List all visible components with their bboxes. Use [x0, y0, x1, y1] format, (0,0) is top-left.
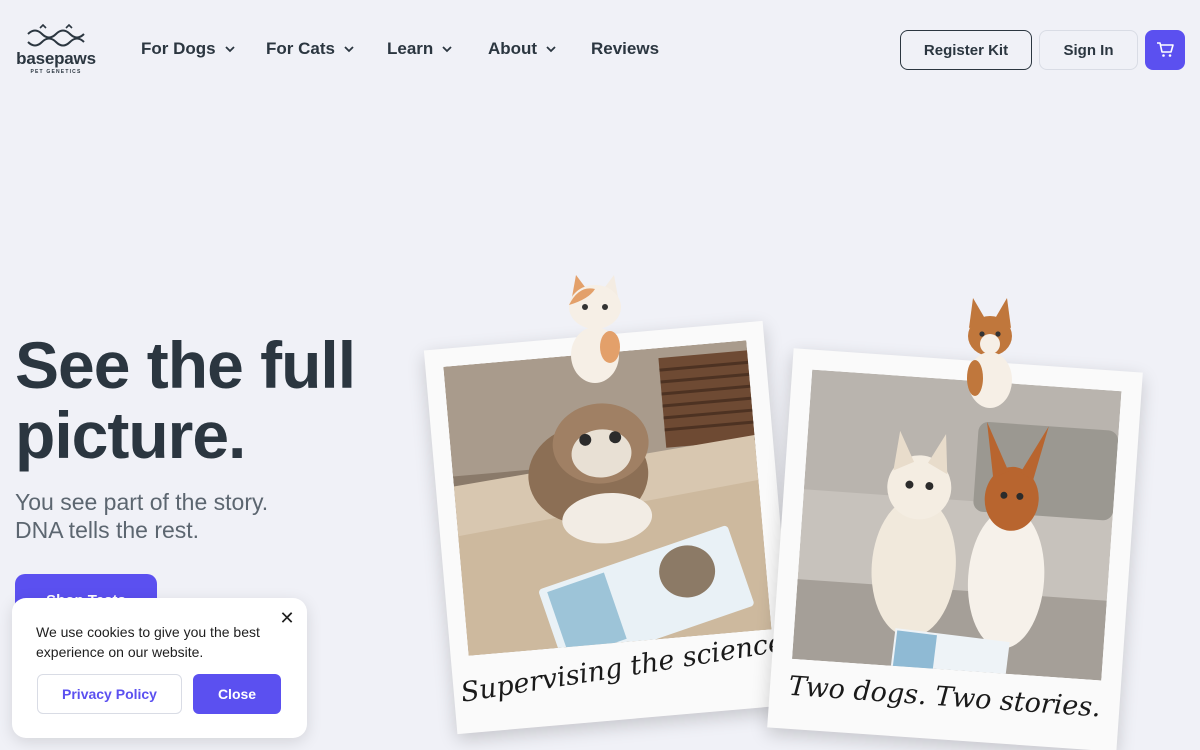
cart-button[interactable]	[1145, 30, 1185, 70]
nav-item-reviews[interactable]: Reviews	[591, 39, 659, 59]
nav-item-learn[interactable]: Learn	[387, 39, 452, 59]
nav-item-label: For Dogs	[141, 39, 216, 58]
hero-title: See the full picture.	[15, 330, 435, 470]
hero-subtitle-line: You see part of the story.	[15, 489, 269, 515]
nav-item-label: For Cats	[266, 39, 335, 58]
site-header: basepaws PET GENETICS For Dogs For Cats …	[0, 0, 1200, 100]
nav-item-label: About	[488, 39, 538, 58]
close-cookie-button[interactable]: Close	[193, 674, 281, 714]
chevron-down-icon	[344, 46, 354, 53]
chevron-down-icon	[442, 46, 452, 53]
cart-icon	[1157, 42, 1174, 57]
logo-mark-icon	[27, 24, 85, 47]
cookie-message: We use cookies to give you the best expe…	[36, 624, 260, 660]
close-icon[interactable]: ✕	[279, 609, 295, 627]
hero-subtitle-line: DNA tells the rest.	[15, 517, 200, 543]
register-kit-button[interactable]: Register Kit	[900, 30, 1032, 70]
dogs-photo	[792, 369, 1122, 681]
nav-item-for-cats[interactable]: For Cats	[266, 39, 354, 59]
nav-item-label: Reviews	[591, 39, 660, 58]
hero-subtitle: You see part of the story. DNA tells the…	[15, 488, 415, 544]
chevron-down-icon	[546, 46, 556, 53]
nav-item-for-dogs[interactable]: For Dogs	[141, 39, 235, 59]
dogs-photo-illustration	[792, 369, 1122, 681]
nav-item-about[interactable]: About	[488, 39, 556, 59]
hero-title-line: See the full	[15, 328, 356, 402]
basepaws-logo[interactable]: basepaws PET GENETICS	[14, 22, 98, 78]
logo-tagline: PET GENETICS	[30, 69, 82, 75]
hero-title-line: picture.	[15, 398, 246, 472]
logo-wordmark: basepaws	[16, 49, 96, 68]
dog-figurine-icon	[967, 298, 1012, 408]
cat-figurine-icon	[569, 275, 621, 383]
cat-photo-illustration	[443, 340, 772, 656]
cat-photo	[443, 340, 772, 656]
sign-in-button[interactable]: Sign In	[1039, 30, 1138, 70]
chevron-down-icon	[224, 46, 235, 53]
nav-item-label: Learn	[387, 39, 434, 58]
cookie-banner: We use cookies to give you the best expe…	[12, 598, 307, 738]
privacy-policy-button[interactable]: Privacy Policy	[37, 674, 182, 714]
